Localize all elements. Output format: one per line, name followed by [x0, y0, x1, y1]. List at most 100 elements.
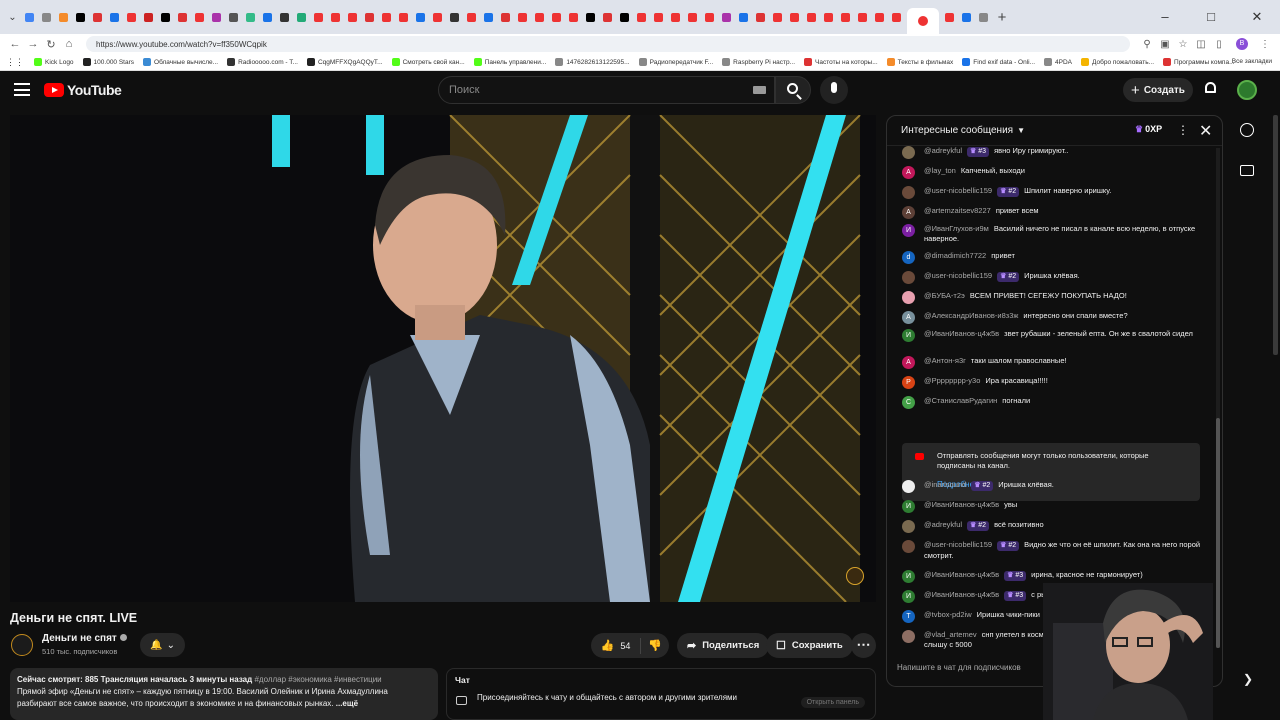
minimize-icon[interactable]: – — [1142, 0, 1188, 34]
chat-author[interactable]: @artemzaitsev8227 — [924, 206, 991, 215]
browser-tab[interactable] — [463, 7, 480, 27]
account-avatar[interactable] — [1237, 80, 1257, 100]
bookmark-item[interactable]: 1476282613122595... — [555, 58, 630, 66]
extensions-icon[interactable]: ◫ — [1192, 39, 1210, 50]
keyboard-icon[interactable] — [753, 86, 766, 94]
bookmark-item[interactable]: Радиопередатчик F... — [638, 58, 713, 66]
search-input[interactable]: Поиск — [438, 76, 775, 104]
chat-avatar[interactable] — [902, 630, 915, 643]
chat-author[interactable]: @adreykful — [924, 146, 962, 155]
chat-avatar[interactable]: Р — [902, 376, 915, 389]
chat-message[interactable]: @inarisound ♛ #2 Иришка клёвая. — [902, 480, 1202, 493]
browser-tab[interactable] — [395, 7, 412, 27]
install-app-icon[interactable]: ▣ — [1156, 39, 1174, 50]
bookmark-item[interactable]: 100.000 Stars — [82, 58, 134, 66]
show-more-link[interactable]: ...ещё — [336, 699, 358, 708]
browser-tab[interactable] — [548, 7, 565, 27]
channel-name[interactable]: Деньги не спят — [42, 633, 127, 644]
zoom-icon[interactable]: ⚲ — [1138, 39, 1156, 50]
browser-tab[interactable] — [480, 7, 497, 27]
chat-message[interactable]: С @СтаниславРудагин погнали — [902, 396, 1202, 409]
notification-subscribe-button[interactable]: 🔔 ⌄ — [140, 633, 185, 657]
bookmark-item[interactable]: Radiooooo.com - T... — [227, 58, 298, 66]
hashtags[interactable]: #доллар #экономика #инвестиции — [254, 675, 381, 684]
browser-tab[interactable] — [378, 7, 395, 27]
chat-message[interactable]: @adreykful ♛ #3 явно Иру гримируют.. — [902, 146, 1202, 159]
chat-message[interactable]: A @lay_ton Капченый, выходи — [902, 166, 1202, 179]
youtube-logo[interactable]: YouTube — [44, 82, 122, 98]
chat-menu-icon[interactable]: ⋮ — [1177, 123, 1189, 137]
chat-author[interactable]: @lay_ton — [924, 166, 956, 175]
chat-author[interactable]: @inarisound — [924, 480, 966, 489]
profile-avatar[interactable]: B — [1236, 38, 1248, 50]
open-panel-button[interactable]: Открыть панель — [800, 697, 865, 708]
search-button[interactable] — [775, 76, 811, 104]
chat-author[interactable]: @ИванГлухов-и9м — [924, 224, 989, 233]
browser-tab[interactable] — [429, 7, 446, 27]
maximize-icon[interactable]: □ — [1188, 0, 1234, 34]
browser-tab[interactable] — [786, 7, 803, 27]
chat-message[interactable]: @user-nicobellic159 ♛ #2 Шпилит наверно ир… — [902, 186, 1202, 199]
browser-tab[interactable] — [599, 7, 616, 27]
chat-message[interactable]: A @artemzaitsev8227 привет всем — [902, 206, 1202, 219]
chat-author[interactable]: @БУБА-т2э — [924, 291, 965, 300]
tab-search-icon[interactable]: ⌄ — [4, 7, 21, 27]
browser-tab[interactable] — [140, 7, 157, 27]
bookmark-item[interactable]: CqgMFFXQgAQQyT... — [306, 58, 383, 66]
chat-author[interactable]: @АлександрИванов-и8з3ж — [924, 311, 1018, 320]
browser-tab[interactable] — [106, 7, 123, 27]
browser-tab[interactable] — [21, 7, 38, 27]
chat-avatar[interactable]: И — [902, 329, 915, 342]
bookmark-item[interactable]: Find exif data - Onli... — [962, 58, 1035, 66]
video-player[interactable] — [10, 115, 876, 602]
active-tab[interactable] — [907, 8, 939, 34]
sidepanel-icon[interactable]: ▯ — [1210, 39, 1228, 50]
browser-tab[interactable] — [871, 7, 888, 27]
chat-author[interactable]: @ИванИванов-ц4ж5в — [924, 329, 999, 338]
save-button[interactable]: ☐ Сохранить — [766, 633, 853, 658]
browser-tab[interactable] — [497, 7, 514, 27]
like-button[interactable]: 👍 54 — [591, 637, 641, 654]
chat-scroll-thumb[interactable] — [1216, 418, 1220, 648]
channel-watermark-icon[interactable] — [846, 567, 864, 585]
more-actions-button[interactable]: ⋯ — [851, 633, 876, 658]
browser-tab[interactable] — [718, 7, 735, 27]
browser-tab[interactable] — [958, 7, 975, 27]
browser-tab[interactable] — [735, 7, 752, 27]
chat-avatar[interactable]: И — [902, 570, 915, 583]
chevron-down-icon[interactable]: ▼ — [1017, 126, 1025, 135]
browser-tab[interactable] — [208, 7, 225, 27]
chat-avatar[interactable] — [902, 271, 915, 284]
browser-tab[interactable] — [446, 7, 463, 27]
browser-tab[interactable] — [854, 7, 871, 27]
chat-icon[interactable] — [1240, 165, 1254, 176]
chat-message[interactable]: И @ИванИванов-ц4ж5в звет рубашки - зеленый… — [902, 329, 1202, 342]
description-box[interactable]: Сейчас смотрят: 885 Трансляция началась … — [10, 668, 438, 720]
chat-author[interactable]: @ИванИванов-ц4ж5в — [924, 500, 999, 509]
menu-dots-icon[interactable]: ⋮ — [1256, 39, 1274, 50]
browser-tab[interactable] — [820, 7, 837, 27]
browser-tab[interactable] — [293, 7, 310, 27]
chat-avatar[interactable] — [902, 186, 915, 199]
chat-author[interactable]: @adreykful — [924, 520, 962, 529]
chat-author[interactable]: @dimadimich7722 — [924, 251, 986, 260]
chat-avatar[interactable]: A — [902, 166, 915, 179]
bookmark-item[interactable]: Добро пожаловать... — [1081, 58, 1154, 66]
address-bar[interactable]: https://www.youtube.com/watch?v=ff350WCq… — [86, 36, 1130, 52]
browser-tab[interactable] — [123, 7, 140, 27]
chat-author[interactable]: @СтаниславРудагин — [924, 396, 997, 405]
bookmark-item[interactable]: Облачные вычисле... — [143, 58, 218, 66]
chat-message[interactable]: И @ИванИванов-ц4ж5в увы — [902, 500, 1202, 513]
chat-mode-selector[interactable]: Интересные сообщения — [901, 125, 1013, 136]
chat-avatar[interactable]: И — [902, 590, 915, 603]
chat-message[interactable]: А @АлександрИванов-и8з3ж интересно они спа… — [902, 311, 1202, 324]
browser-tab[interactable] — [582, 7, 599, 27]
browser-tab[interactable] — [514, 7, 531, 27]
browser-tab[interactable] — [565, 7, 582, 27]
bookmark-item[interactable]: Kick Logo — [34, 58, 74, 66]
create-button[interactable]: + Создать — [1123, 78, 1193, 102]
browser-tab[interactable] — [888, 7, 905, 27]
browser-tab[interactable] — [225, 7, 242, 27]
browser-tab[interactable] — [650, 7, 667, 27]
chat-avatar[interactable]: И — [902, 500, 915, 513]
